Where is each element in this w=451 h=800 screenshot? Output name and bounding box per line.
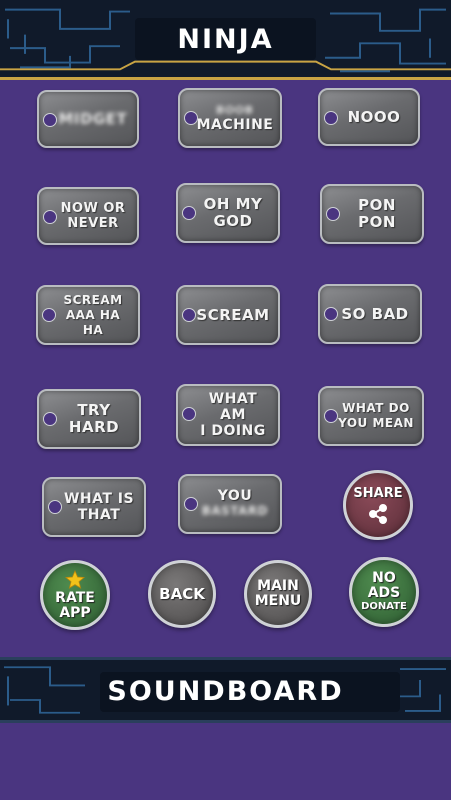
sound-label: MIDGET: [58, 109, 128, 128]
no-ads-donate-button[interactable]: NO ADS DONATE: [349, 557, 419, 627]
sound-label: OH MY GOD: [203, 195, 263, 230]
share-button[interactable]: SHARE: [343, 470, 413, 540]
sound-label: WHAT DO YOU MEAN: [338, 401, 414, 430]
header-banner: NINJA: [0, 0, 451, 80]
rate-app-button[interactable]: RATE APP: [40, 560, 110, 630]
main-menu-button[interactable]: MAIN MENU: [244, 560, 312, 628]
sound-label: NOW OR NEVER: [60, 201, 126, 231]
no-ads-label: NO ADS: [367, 570, 401, 601]
sound-button-you-bastard[interactable]: YOU BASTARD: [178, 474, 282, 534]
sound-label: SO BAD: [341, 304, 409, 323]
sound-label: SCREAM: [196, 305, 270, 324]
sound-button-oh-my-god[interactable]: OH MY GOD: [176, 183, 280, 243]
sound-label: MACHINE: [196, 117, 274, 133]
sound-button-scream[interactable]: SCREAM: [176, 285, 280, 345]
sound-button-what-am-i-doing[interactable]: WHAT AM I DOING: [176, 384, 280, 446]
star-icon: [65, 569, 85, 589]
sound-label: TRY HARD: [68, 401, 120, 436]
sound-label: YOU: [217, 488, 253, 504]
share-icon: [369, 503, 387, 524]
sound-label: WHAT AM I DOING: [200, 391, 266, 439]
share-label: SHARE: [353, 485, 403, 501]
sound-button-now-or-never[interactable]: NOW OR NEVER: [37, 187, 139, 245]
sound-button-try-hard[interactable]: TRY HARD: [37, 389, 141, 449]
sound-button-nooo[interactable]: NOOO: [318, 88, 420, 146]
app-title: NINJA: [177, 24, 274, 55]
footer-banner: SOUNDBOARD: [0, 657, 451, 723]
sound-button-what-is-that[interactable]: WHAT IS THAT: [42, 477, 146, 537]
rate-app-label: RATE APP: [55, 589, 95, 621]
sound-button-scream-aaa-ha-ha[interactable]: SCREAM AAA HA HA: [36, 285, 140, 345]
sound-button-what-do-you-mean[interactable]: WHAT DO YOU MEAN: [318, 386, 424, 446]
sound-label-top: BOOB: [216, 104, 254, 117]
sound-button-pon-pon[interactable]: PON PON: [320, 184, 424, 244]
back-label: BACK: [159, 584, 205, 603]
donate-label: DONATE: [361, 601, 407, 612]
sound-label-bottom: BASTARD: [201, 504, 269, 518]
sound-label-group: BOOB MACHINE: [196, 90, 274, 146]
main-menu-label: MAIN MENU: [254, 578, 302, 609]
sound-button-midget[interactable]: MIDGET: [37, 90, 139, 148]
sound-label: SCREAM AAA HA HA: [63, 292, 123, 337]
back-button[interactable]: BACK: [148, 560, 216, 628]
sound-button-so-bad[interactable]: SO BAD: [318, 284, 422, 344]
sound-label-group: YOU BASTARD: [196, 476, 274, 532]
sound-label: PON PON: [358, 196, 396, 231]
sound-label: NOOO: [347, 107, 401, 126]
soundboard-title: SOUNDBOARD: [107, 676, 344, 707]
sound-button-boob-machine[interactable]: BOOB MACHINE: [178, 88, 282, 148]
sound-label: WHAT IS THAT: [63, 491, 135, 523]
